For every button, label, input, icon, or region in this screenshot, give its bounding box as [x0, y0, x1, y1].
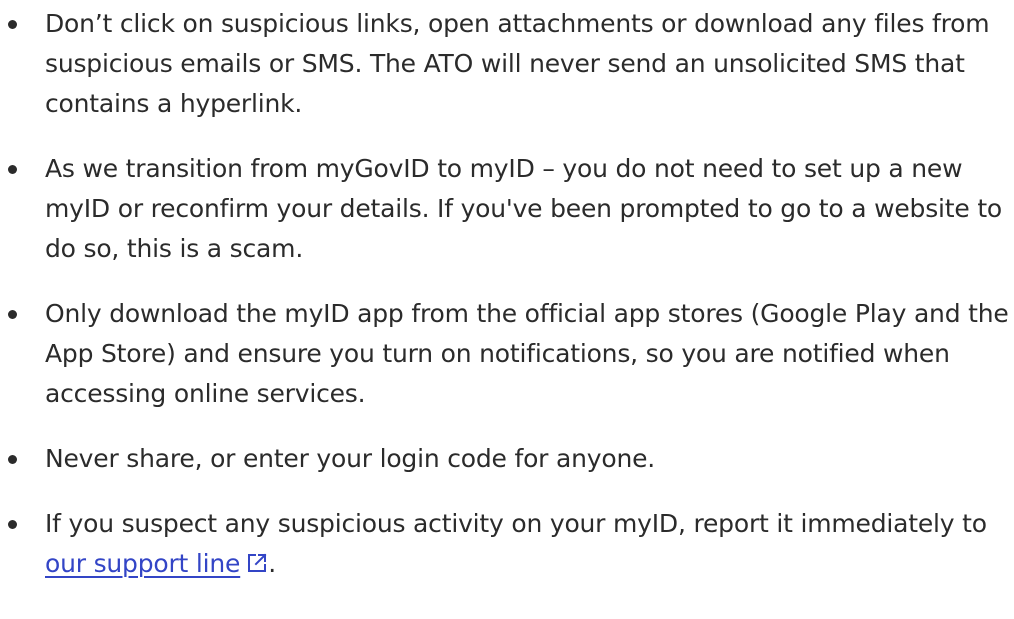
tip-text: Only download the myID app from the offi…: [45, 299, 1009, 408]
tip-text-after: .: [268, 549, 276, 578]
tip-text: Don’t click on suspicious links, open at…: [45, 9, 990, 118]
bullet-icon: [8, 20, 17, 29]
tip-text: Never share, or enter your login code fo…: [45, 444, 656, 473]
list-item: Never share, or enter your login code fo…: [0, 439, 1014, 479]
support-line-link[interactable]: our support line: [45, 549, 268, 578]
tip-text: As we transition from myGovID to myID – …: [45, 154, 1003, 263]
list-item: Don’t click on suspicious links, open at…: [0, 4, 1014, 124]
external-link-icon: [246, 552, 268, 574]
list-item: As we transition from myGovID to myID – …: [0, 149, 1014, 269]
bullet-icon: [8, 455, 17, 464]
bullet-icon: [8, 520, 17, 529]
tips-list: Don’t click on suspicious links, open at…: [0, 4, 1014, 584]
bullet-icon: [8, 165, 17, 174]
tip-text-before: If you suspect any suspicious activity o…: [45, 509, 987, 538]
bullet-icon: [8, 310, 17, 319]
support-line-link-label: our support line: [45, 549, 241, 578]
list-item: If you suspect any suspicious activity o…: [0, 504, 1014, 584]
list-item: Only download the myID app from the offi…: [0, 294, 1014, 414]
